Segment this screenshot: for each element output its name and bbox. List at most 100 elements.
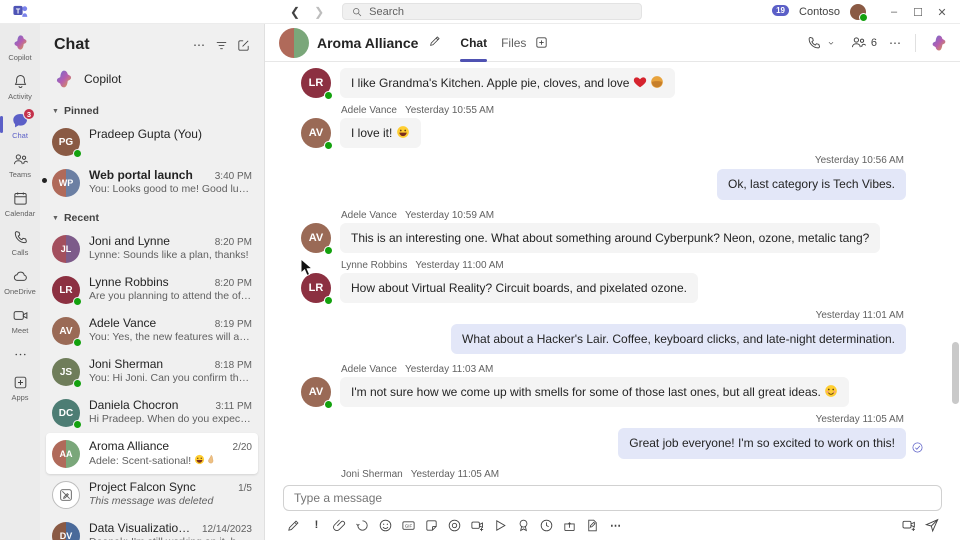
call-button[interactable] [806, 35, 836, 51]
attach-icon[interactable] [329, 516, 350, 534]
share-icon[interactable] [444, 516, 465, 534]
chat-list-item[interactable]: PG Pradeep Gupta (You) [46, 121, 258, 162]
rename-chat-icon[interactable] [428, 34, 442, 51]
user-avatar[interactable] [850, 4, 868, 22]
rail-item-activity[interactable]: Activity [0, 69, 40, 106]
praise-icon[interactable] [513, 516, 534, 534]
chat-options-icon[interactable]: ⋯ [188, 38, 210, 52]
message-timestamp: Yesterday 11:05 AM [815, 414, 904, 426]
group-avatar[interactable] [279, 27, 309, 58]
presence-available-icon [73, 297, 82, 306]
rail-item-label: Apps [11, 393, 29, 402]
search-input[interactable]: Search [342, 3, 643, 20]
video-message-icon[interactable] [898, 516, 919, 534]
window-maximize-button[interactable]: ☐ [908, 6, 928, 19]
window-close-button[interactable]: ✕ [932, 6, 952, 19]
pinned-section-header[interactable]: ▼ Pinned [46, 96, 258, 121]
rail-item-apps[interactable]: Apps [0, 370, 40, 407]
message-header: Lynne Robbins Yesterday 11:00 AM [341, 260, 914, 271]
message-list[interactable]: LR I like Grandma's Kitchen. Apple pie, c… [265, 62, 960, 481]
presence-available-icon [73, 338, 82, 347]
chat-list-item[interactable]: Project Falcon Sync 1/5 This message was d… [46, 474, 258, 515]
chat-item-name: Joni Sherman [89, 357, 164, 371]
window-minimize-button[interactable]: – [884, 6, 904, 19]
chat-list-item[interactable]: JL Joni and Lynne 8:20 PM Lynne: Sounds lik… [46, 228, 258, 269]
message-bubble[interactable]: I love it! [340, 118, 421, 149]
gif-icon[interactable] [398, 516, 419, 534]
approvals-icon[interactable] [582, 516, 603, 534]
chat-item-name: Project Falcon Sync [89, 480, 196, 494]
more-options-icon[interactable]: ⋯ [605, 516, 626, 534]
chat-list-item[interactable]: DV Data Visualization Issue 12/14/2023Deep… [46, 515, 258, 540]
chat-item-name: Pradeep Gupta (You) [89, 127, 202, 141]
chat-list-item[interactable]: AA Aroma Alliance 2/20 Adele: Scent-sationa… [46, 433, 258, 474]
message-row: AV I love it! [301, 118, 914, 151]
emoji-icon[interactable] [375, 516, 396, 534]
chat-list-item[interactable]: LR Lynne Robbins 8:20 PM Are you planning t… [46, 269, 258, 310]
chat-list-item[interactable]: JS Joni Sherman 8:18 PM You: Hi Joni. Can y… [46, 351, 258, 392]
message-bubble-outgoing[interactable]: What about a Hacker's Lair. Coffee, keyb… [451, 323, 906, 355]
message-input[interactable] [283, 485, 942, 511]
message-bubble-outgoing[interactable]: Ok, last category is Tech Vibes. [717, 169, 906, 200]
chat-item-body: Lynne Robbins 8:20 PM Are you planning to … [89, 275, 252, 302]
notification-badge[interactable]: 19 [772, 4, 790, 16]
chat-list-item[interactable]: WP Web portal launch 3:40 PM You: Looks goo… [42, 162, 258, 203]
message-bubble[interactable]: I'm not sure how we come up with smells … [340, 377, 850, 408]
recent-section-header[interactable]: ▼ Recent [46, 203, 258, 228]
avatar: AV [52, 317, 82, 347]
chat-item-name: Aroma Alliance [89, 439, 170, 453]
chat-list-item[interactable]: AV Adele Vance 8:19 PM You: Yes, the new fe… [46, 310, 258, 351]
tab-chat[interactable]: Chat [460, 24, 487, 62]
avatar: AA [52, 440, 80, 468]
more-options-icon[interactable]: ⋯ [889, 36, 901, 50]
nav-back-button[interactable]: ❮ [290, 5, 300, 19]
message-bubble[interactable]: I like Grandma's Kitchen. Apple pie, clo… [340, 68, 676, 99]
members-button[interactable]: 6 [850, 34, 877, 51]
importance-icon[interactable]: ! [306, 516, 327, 534]
chat-list-item[interactable]: DC Daniela Chocron 3:11 PM Hi Pradeep. When… [46, 392, 258, 433]
rail-item-label: OneDrive [4, 287, 36, 296]
message-input-field[interactable] [294, 491, 931, 505]
avatar: AV [301, 118, 333, 151]
rail-item-copilot[interactable]: Copilot [0, 30, 40, 67]
chat-title: Aroma Alliance [317, 34, 419, 51]
stream-icon[interactable] [490, 516, 511, 534]
rail-item-onedrive[interactable]: OneDrive [0, 264, 40, 301]
send-button[interactable] [921, 516, 942, 534]
message-bubble[interactable]: This is an interesting one. What about s… [340, 222, 881, 253]
sticker-icon[interactable] [421, 516, 442, 534]
schedule-icon[interactable] [536, 516, 557, 534]
title-bar: ❮ ❯ Search 19 Contoso – ☐ ✕ [0, 0, 960, 24]
chat-item-body: Pradeep Gupta (You) [89, 127, 252, 141]
chat-item-body: Web portal launch 3:40 PM You: Looks good … [89, 168, 252, 195]
rail-item-calendar[interactable]: Calendar [0, 186, 40, 223]
copilot-button[interactable] [930, 34, 948, 52]
tab-files[interactable]: Files [501, 24, 526, 62]
filter-icon[interactable] [210, 38, 232, 53]
rail-item-chat[interactable]: 3 Chat [0, 108, 40, 145]
format-icon[interactable] [283, 516, 304, 534]
new-chat-icon[interactable] [232, 38, 254, 53]
sidebar-item-copilot[interactable]: Copilot [46, 62, 258, 96]
scrollbar-thumb[interactable] [952, 342, 959, 404]
avatar: AV [301, 222, 333, 255]
apps-icon[interactable] [559, 516, 580, 534]
compose-area: !⋯ [265, 481, 960, 540]
loop-component-icon[interactable] [352, 516, 373, 534]
message-bubble[interactable]: How about Virtual Reality? Circuit board… [340, 272, 698, 303]
org-name[interactable]: Contoso [799, 6, 840, 18]
rail-item-label: Teams [8, 170, 32, 179]
rail-item-more[interactable] [0, 342, 40, 368]
chat-item-preview: Deepak: I'm still working on it, but att… [89, 536, 252, 540]
presence-available-icon [73, 420, 82, 429]
rail-item-meet[interactable]: Meet [0, 303, 40, 340]
rail-item-calls[interactable]: Calls [0, 225, 40, 262]
message-bubble-outgoing[interactable]: Great job everyone! I'm so excited to wo… [618, 428, 906, 459]
message-timestamp: Yesterday 10:55 AM [404, 105, 495, 117]
add-tab-icon[interactable] [534, 35, 549, 50]
nav-forward-button[interactable]: ❯ [314, 5, 324, 19]
copilot-icon [54, 69, 74, 89]
rail-item-teams[interactable]: Teams [0, 147, 40, 184]
message-header: Adele Vance Yesterday 10:55 AM [341, 105, 914, 116]
video-clip-icon[interactable] [467, 516, 488, 534]
